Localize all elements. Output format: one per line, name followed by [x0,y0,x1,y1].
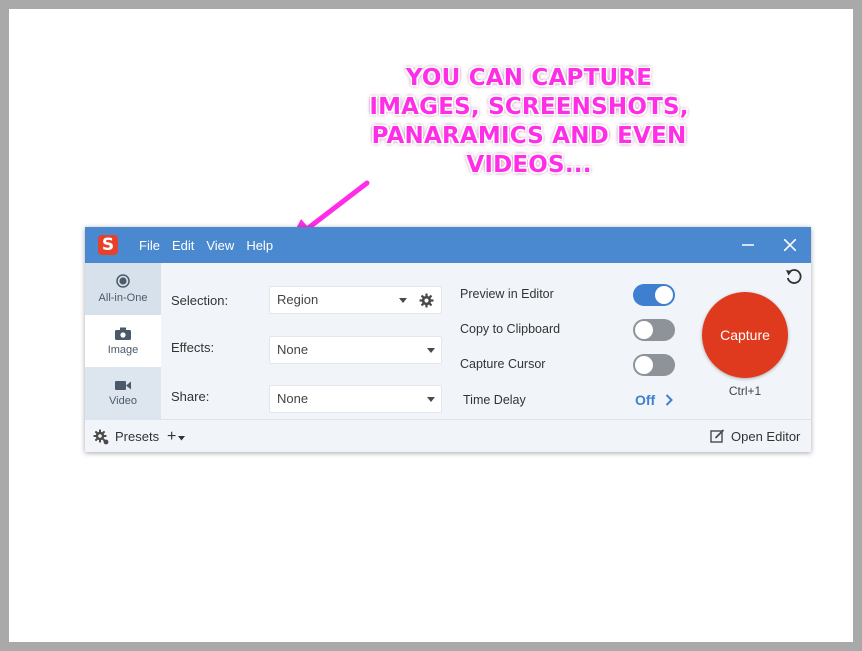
copy-to-clipboard-label: Copy to Clipboard [460,322,561,336]
preview-in-editor-toggle[interactable] [633,284,675,306]
tab-all-in-one[interactable]: All-in-One [85,263,161,315]
gear-icon [93,429,109,444]
toggle-knob [655,286,673,304]
capture-shortcut: Ctrl+1 [728,384,762,398]
edit-icon [710,429,725,443]
capture-button-label: Capture [720,327,770,343]
time-delay-value: Off [635,392,656,408]
effects-value: None [277,342,309,357]
canvas: YOU CAN CAPTURE IMAGES, SCREENSHOTS, PAN… [9,9,853,642]
bottom-bar: Presets + Open Editor [85,419,811,452]
tab-image[interactable]: Image [85,315,161,367]
time-delay-selector[interactable]: Off [635,390,679,410]
minimize-icon [742,244,754,246]
capture-cursor-toggle[interactable] [633,354,675,376]
all-in-one-icon [116,274,130,288]
chevron-down-icon [399,298,407,303]
presets-button[interactable]: Presets [93,420,159,453]
menu-file[interactable]: File [139,238,160,253]
selection-dropdown[interactable]: Region [269,286,442,314]
snagit-logo-icon: S [98,235,118,255]
time-delay-label: Time Delay [463,393,526,407]
toggle-knob [635,321,653,339]
open-editor-button[interactable]: Open Editor [710,420,800,453]
open-editor-label: Open Editor [731,429,801,444]
close-icon [784,239,796,251]
title-bar: S File Edit View Help [85,227,811,263]
minimize-button[interactable] [733,227,763,263]
tab-all-in-one-label: All-in-One [98,292,148,304]
capture-cursor-label: Capture Cursor [460,357,546,371]
share-dropdown[interactable]: None [269,385,442,413]
reset-icon[interactable] [785,268,803,286]
menu-bar: File Edit View Help [139,227,285,263]
gear-icon[interactable] [419,293,434,308]
tab-image-label: Image [107,343,139,356]
preview-in-editor-label: Preview in Editor [460,287,554,301]
menu-help[interactable]: Help [246,238,273,253]
share-label: Share: [171,389,210,404]
close-button[interactable] [775,227,805,263]
snagit-capture-window: S File Edit View Help All-in-One Image V… [85,227,811,452]
video-camera-icon [115,380,131,390]
add-preset-label: + [167,427,177,445]
share-value: None [277,391,309,406]
menu-view[interactable]: View [206,238,234,253]
chevron-down-icon [427,397,435,402]
tab-video[interactable]: Video [85,367,161,419]
chevron-down-icon [178,436,186,441]
chevron-down-icon [427,348,435,353]
add-preset-button[interactable]: + [167,420,186,453]
tab-video-label: Video [109,394,137,407]
copy-to-clipboard-toggle[interactable] [633,319,675,341]
menu-edit[interactable]: Edit [172,238,194,253]
presets-label: Presets [115,429,160,444]
toggle-knob [635,356,653,374]
effects-dropdown[interactable]: None [269,336,442,364]
capture-button[interactable]: Capture [702,292,788,378]
selection-label: Selection: [171,293,229,308]
chevron-right-icon [665,394,673,406]
effects-label: Effects: [171,340,215,355]
mode-tabs: All-in-One Image Video [85,263,161,419]
selection-value: Region [277,292,319,307]
camera-icon [115,327,131,340]
